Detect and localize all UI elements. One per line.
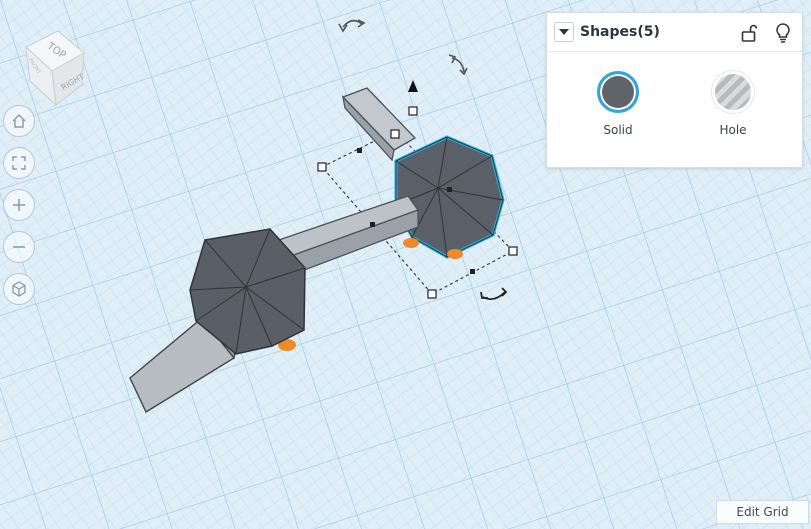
view-cube[interactable]: TOP RIGHT FRONT bbox=[22, 25, 106, 109]
shape-inspector-panel: Shapes(5) Solid Hole bbox=[546, 12, 803, 168]
hint-button[interactable] bbox=[772, 22, 794, 44]
solid-swatch[interactable] bbox=[597, 71, 639, 113]
lightbulb-icon bbox=[776, 23, 790, 43]
home-view-button[interactable] bbox=[3, 105, 35, 137]
zoom-in-button[interactable] bbox=[3, 189, 35, 221]
panel-title: Shapes(5) bbox=[580, 24, 660, 40]
fit-view-button[interactable] bbox=[3, 147, 35, 179]
cube-icon bbox=[12, 281, 26, 297]
hole-option[interactable]: Hole bbox=[698, 71, 768, 137]
home-icon bbox=[12, 114, 26, 128]
perspective-button[interactable] bbox=[3, 273, 35, 305]
hole-swatch[interactable] bbox=[712, 71, 754, 113]
collapse-panel-button[interactable] bbox=[554, 22, 574, 42]
hole-label: Hole bbox=[719, 123, 747, 137]
chevron-down-icon bbox=[559, 29, 569, 35]
fit-icon bbox=[12, 156, 26, 170]
unlock-icon bbox=[741, 24, 757, 42]
zoom-out-button[interactable] bbox=[3, 231, 35, 263]
edit-grid-button[interactable]: Edit Grid bbox=[716, 500, 809, 524]
plus-icon bbox=[13, 199, 25, 211]
lock-button[interactable] bbox=[738, 22, 760, 44]
minus-icon bbox=[13, 246, 25, 248]
solid-option[interactable]: Solid bbox=[583, 71, 653, 137]
view-controls bbox=[3, 105, 39, 315]
solid-label: Solid bbox=[603, 123, 633, 137]
panel-header: Shapes(5) bbox=[547, 13, 802, 52]
